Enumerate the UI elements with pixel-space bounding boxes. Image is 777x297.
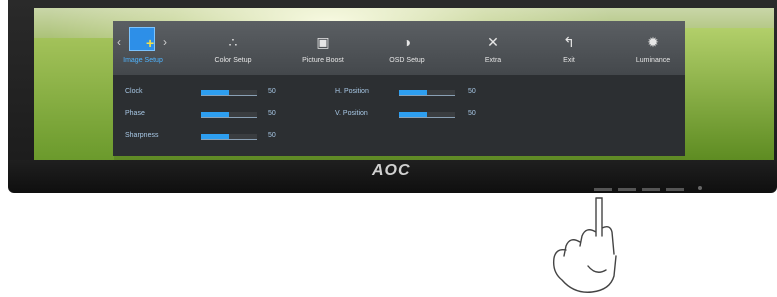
setting-value: 50 <box>468 110 476 117</box>
setting-slider-fill <box>201 90 229 95</box>
menu-item-color-setup[interactable]: ∴ Color Setup <box>201 21 265 75</box>
menu-item-image-setup[interactable]: Image Setup <box>113 21 173 75</box>
menu-item-label: Extra <box>484 57 502 64</box>
setting-value: 50 <box>468 88 476 95</box>
menu-item-label: Exit <box>563 57 575 64</box>
color-setup-icon: ∴ <box>228 34 238 50</box>
hardware-button-4[interactable] <box>666 188 684 191</box>
setting-slider[interactable] <box>201 134 257 140</box>
background-grass-right <box>684 28 774 160</box>
setting-name: H. Position <box>335 88 369 95</box>
osd-menu-bar: ‹ + › Image Setup ∴ Color Setup ▣ Pictur… <box>113 21 685 75</box>
background-grass-left <box>34 38 114 160</box>
menu-item-label: Image Setup <box>123 57 163 64</box>
brand-logo: AOC <box>372 162 411 179</box>
menu-item-osd-setup[interactable]: ◑ OSD Setup <box>375 21 439 75</box>
setting-v-position[interactable]: V. Position 50 <box>335 109 535 121</box>
setting-clock[interactable]: Clock 50 <box>125 87 325 99</box>
setting-slider[interactable] <box>201 90 257 96</box>
pointing-hand-icon <box>552 197 617 293</box>
setting-slider[interactable] <box>399 90 455 96</box>
setting-h-position[interactable]: H. Position 50 <box>335 87 535 99</box>
menu-item-label: Luminance <box>635 57 671 64</box>
setting-slider[interactable] <box>399 112 455 118</box>
power-led <box>698 186 702 190</box>
picture-boost-icon: ▣ <box>316 34 330 50</box>
setting-name: Phase <box>125 110 145 117</box>
menu-item-picture-boost[interactable]: ▣ Picture Boost <box>291 21 355 75</box>
setting-slider-fill <box>399 90 427 95</box>
setting-value: 50 <box>268 110 276 117</box>
setting-slider-fill <box>201 134 229 139</box>
luminance-icon: ✹ <box>647 34 659 50</box>
hardware-button-2[interactable] <box>618 188 636 191</box>
setting-value: 50 <box>268 132 276 139</box>
menu-item-extra[interactable]: ✕ Extra <box>461 21 525 75</box>
setting-name: Sharpness <box>125 132 159 139</box>
setting-phase[interactable]: Phase 50 <box>125 109 325 121</box>
osd-setup-icon: ◑ <box>402 34 412 50</box>
setting-name: Clock <box>125 88 143 95</box>
hardware-button-1[interactable] <box>594 188 612 191</box>
extra-icon: ✕ <box>487 34 499 50</box>
setting-slider-fill <box>399 112 427 117</box>
menu-item-exit[interactable]: ↰ Exit <box>539 21 599 75</box>
exit-icon: ↰ <box>563 34 575 50</box>
setting-slider-fill <box>201 112 229 117</box>
menu-item-label: Color Setup <box>214 57 252 64</box>
setting-sharpness[interactable]: Sharpness 50 <box>125 131 325 143</box>
menu-item-label: OSD Setup <box>389 57 425 64</box>
menu-item-label: Picture Boost <box>302 57 344 64</box>
menu-item-luminance[interactable]: ✹ Luminance <box>621 21 685 75</box>
osd-menu: ‹ + › Image Setup ∴ Color Setup ▣ Pictur… <box>113 21 685 156</box>
setting-value: 50 <box>268 88 276 95</box>
hardware-button-3[interactable] <box>642 188 660 191</box>
setting-name: V. Position <box>335 110 368 117</box>
setting-slider[interactable] <box>201 112 257 118</box>
